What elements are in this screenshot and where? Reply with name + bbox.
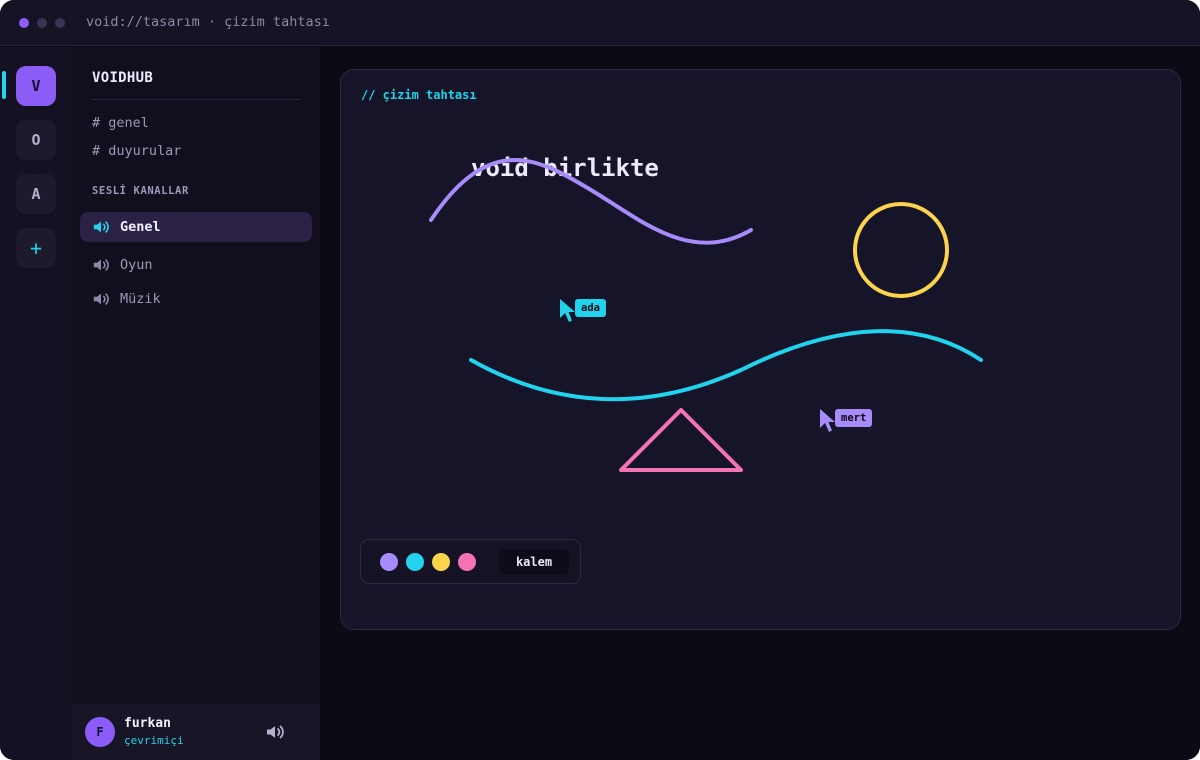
avatar[interactable]: F <box>85 717 115 747</box>
server-rail: V O A + <box>0 47 72 760</box>
swatch-pink[interactable] <box>458 553 476 571</box>
swatch-cyan[interactable] <box>406 553 424 571</box>
text-channel-duyurular[interactable]: # duyurular <box>92 143 181 159</box>
window-title: void://tasarım · çizim tahtası <box>86 14 330 30</box>
server-button-v[interactable]: V <box>16 66 56 106</box>
channel-sidebar: VOIDHUB # genel # duyurular SESLİ KANALL… <box>72 47 320 760</box>
voice-channel-label: Müzik <box>120 291 161 307</box>
speaker-icon <box>93 221 109 233</box>
cursor-label: mert <box>835 409 873 427</box>
server-button-a[interactable]: A <box>16 174 56 214</box>
user-panel: F furkan çevrimiçi <box>72 704 320 760</box>
speaker-icon <box>93 259 109 271</box>
app-window: void://tasarım · çizim tahtası V O A + V… <box>0 0 1200 760</box>
swatch-violet[interactable] <box>380 553 398 571</box>
yellow-circle[interactable] <box>853 202 949 298</box>
voice-channel-oyun[interactable]: Oyun <box>80 250 312 280</box>
swatch-yellow[interactable] <box>432 553 450 571</box>
pen-tool-button[interactable]: kalem <box>499 549 569 575</box>
server-button-o[interactable]: O <box>16 120 56 160</box>
cyan-stroke[interactable] <box>469 329 983 402</box>
voice-channel-label: Genel <box>120 219 161 235</box>
window-dot[interactable] <box>37 18 47 28</box>
text-channel-genel[interactable]: # genel <box>92 115 149 131</box>
title-bar: void://tasarım · çizim tahtası <box>0 0 1200 46</box>
user-status: çevrimiçi <box>124 734 184 747</box>
add-server-button[interactable]: + <box>16 228 56 268</box>
user-name: furkan <box>124 716 171 731</box>
voice-channel-muzik[interactable]: Müzik <box>80 284 312 314</box>
pink-triangle[interactable] <box>619 408 743 472</box>
divider <box>92 99 300 100</box>
window-dot-violet[interactable] <box>19 18 29 28</box>
voice-channel-label: Oyun <box>120 257 153 273</box>
cursor-label: ada <box>575 299 606 317</box>
main-area: // çizim tahtası void birlikte ada mert <box>320 47 1200 760</box>
speaker-icon[interactable] <box>265 722 285 742</box>
active-server-indicator <box>2 71 6 99</box>
window-dot[interactable] <box>55 18 65 28</box>
server-name: VOIDHUB <box>92 70 154 86</box>
voice-section-label: SESLİ KANALLAR <box>92 185 189 197</box>
canvas-text: void birlikte <box>471 154 659 182</box>
drawing-board[interactable]: // çizim tahtası void birlikte ada mert <box>340 69 1181 630</box>
voice-channel-genel[interactable]: Genel <box>80 212 312 242</box>
speaker-icon <box>93 293 109 305</box>
color-palette: kalem <box>360 539 581 584</box>
